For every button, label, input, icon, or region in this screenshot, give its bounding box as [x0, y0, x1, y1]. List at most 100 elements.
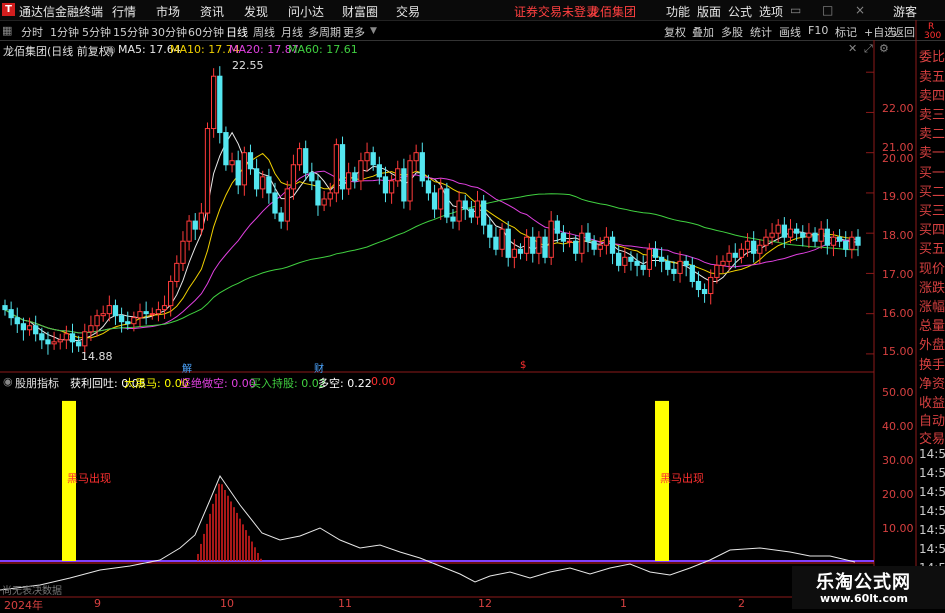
candle-down [462, 200, 468, 210]
candle-down [75, 341, 82, 347]
candle-down [652, 248, 659, 258]
duokong-line [0, 474, 856, 591]
time-tick: 1 [620, 597, 627, 610]
candle-down [2, 305, 8, 311]
quote-row-weibi: 委比 [919, 50, 945, 65]
watermark-title: 乐淘公式网 [816, 572, 911, 593]
auto-trade-label-1[interactable]: 自动 [919, 410, 945, 429]
candle-up [131, 317, 137, 325]
indicator-tick: 40.00 [882, 420, 914, 433]
candle-down [419, 152, 425, 182]
indicator-value-chigu: 买入持股: 0.02 [250, 377, 326, 390]
candle-up [364, 152, 370, 162]
candle-down [425, 180, 432, 194]
candle-down [69, 333, 76, 343]
candle-up [818, 228, 824, 242]
quote-row-buy4: 买四 [919, 223, 945, 238]
candle-down [401, 168, 407, 202]
quote-row-outer: 外盘 [919, 338, 945, 353]
candle-down [481, 200, 487, 226]
candle-up [333, 144, 340, 194]
quote-row-sell4: 卖四 [919, 89, 945, 104]
tick-time: 14:56 [919, 466, 945, 480]
watermark-logo: 乐淘公式网 www.60lt.com [792, 566, 945, 609]
candle-up [763, 236, 769, 246]
candle-down [560, 232, 567, 242]
candle-down [640, 264, 646, 270]
quote-row-sell1: 卖一 [919, 146, 945, 161]
candle-up [174, 262, 180, 282]
ma60-line [4, 193, 859, 334]
time-tick: 12 [478, 597, 492, 610]
candle-up [198, 212, 205, 230]
candle-up [284, 188, 290, 222]
candle-down [487, 224, 493, 238]
quote-row-sell5: 卖五 [919, 70, 945, 85]
candle-up [474, 200, 481, 218]
candle-up [769, 232, 775, 238]
low-price-label: 14.88 [81, 350, 113, 363]
candle-down [616, 252, 622, 266]
indicator-value-zuokong: 坚绝做空: 0.00 [180, 377, 256, 390]
candle-up [137, 311, 143, 319]
candle-down [493, 236, 499, 250]
indicator-settings-icon[interactable]: ◉ [3, 375, 13, 388]
candle-down [671, 268, 677, 274]
candle-up [358, 160, 364, 182]
candle-down [591, 240, 597, 250]
event-marker-dollar[interactable]: $ [520, 360, 526, 371]
quote-row-netasset: 净资 [919, 377, 945, 392]
quote-row-price: 现价 [919, 262, 945, 277]
kline-chart-area[interactable] [0, 0, 945, 609]
candle-down [628, 256, 634, 262]
time-tick: 2024年 [4, 599, 43, 612]
candle-down [793, 228, 800, 234]
indicator-tick: 10.00 [882, 522, 914, 535]
indicator-tick: 20.00 [882, 488, 914, 501]
signal-label-late: 黑马出现 [660, 472, 704, 485]
candle-up [677, 260, 683, 274]
candle-down [315, 180, 321, 206]
candle-up [155, 309, 162, 315]
price-tick: 19.00 [882, 190, 914, 203]
candle-down [266, 176, 272, 194]
tick-time: 14:56 [919, 447, 945, 461]
price-tick: 20.00 [882, 152, 914, 165]
candle-down [517, 248, 524, 254]
candle-down [855, 236, 861, 246]
candle-down [781, 224, 788, 238]
candle-down [695, 280, 702, 291]
candle-up [622, 256, 628, 266]
candle-up [161, 305, 168, 311]
candle-up [511, 248, 517, 258]
indicator-name[interactable]: 股朋指标 [15, 375, 59, 391]
candle-down [45, 339, 51, 345]
candle-up [149, 313, 155, 316]
auto-trade-label-2[interactable]: 交易 [919, 428, 945, 447]
candle-up [260, 176, 266, 190]
candle-up [321, 198, 327, 206]
candle-up [726, 252, 732, 262]
candle-up [566, 240, 573, 243]
candle-down [112, 305, 119, 317]
candle-down [39, 333, 45, 341]
candle-up [714, 264, 720, 278]
candle-down [634, 260, 640, 266]
event-marker-cai[interactable]: 财 [314, 360, 324, 375]
candle-down [431, 192, 438, 210]
candle-down [554, 220, 560, 234]
quote-row-buy3: 买三 [919, 204, 945, 219]
event-marker-jie[interactable]: 解 [182, 360, 192, 375]
indicator-value-extra: 0.00 [371, 375, 396, 388]
price-tick: 17.00 [882, 268, 914, 281]
candle-down [223, 132, 229, 166]
candle-up [388, 180, 395, 194]
candle-down [352, 172, 358, 182]
quote-row-volume: 总量 [919, 319, 945, 334]
candle-down [309, 172, 315, 182]
candle-down [20, 323, 27, 331]
time-tick: 2 [738, 597, 745, 610]
candle-up [168, 280, 174, 307]
price-tick: 18.00 [882, 229, 914, 242]
price-tick: 22.00 [882, 102, 914, 115]
